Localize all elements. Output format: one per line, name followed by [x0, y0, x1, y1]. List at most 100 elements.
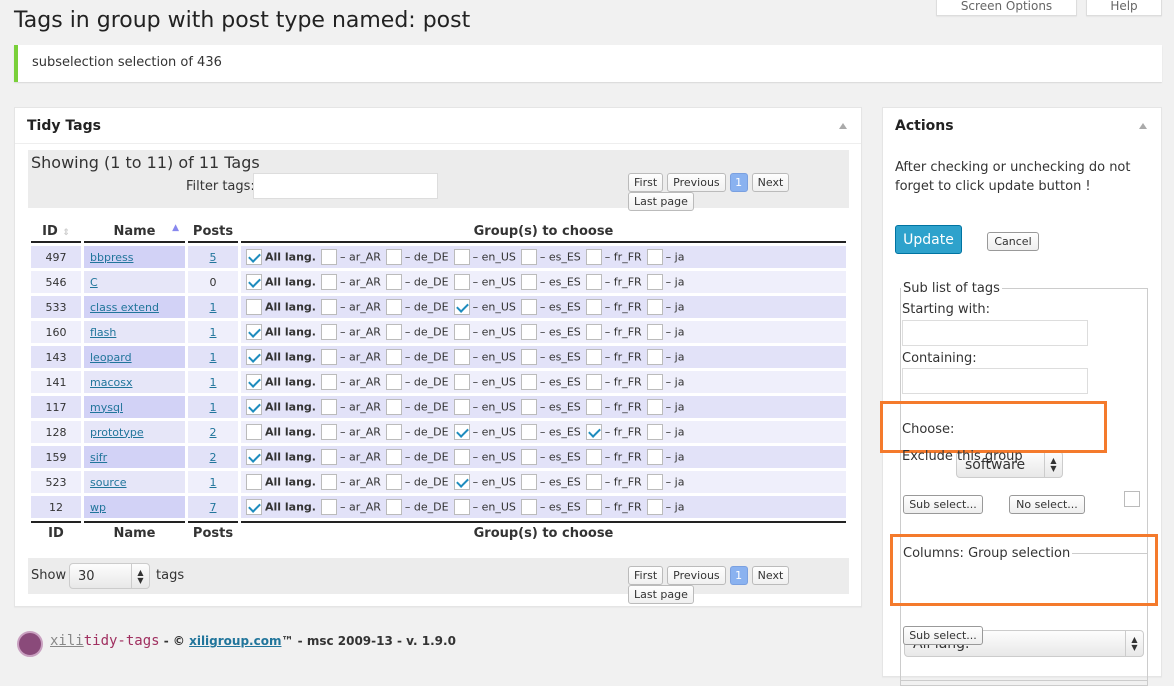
- posts-count-link[interactable]: 1: [210, 376, 217, 389]
- tag-name-link[interactable]: C: [90, 276, 98, 289]
- posts-count-link[interactable]: 7: [210, 501, 217, 514]
- posts-count-link[interactable]: 1: [210, 401, 217, 414]
- group-checkbox[interactable]: [246, 474, 262, 490]
- group-checkbox[interactable]: [520, 399, 537, 415]
- group-checkbox[interactable]: [453, 474, 470, 490]
- group-checkbox[interactable]: [246, 499, 262, 515]
- first-page-button[interactable]: First: [628, 173, 664, 192]
- group-checkbox[interactable]: [385, 474, 402, 490]
- group-checkbox[interactable]: [585, 299, 602, 315]
- starting-with-input[interactable]: [902, 320, 1088, 346]
- group-checkbox[interactable]: [453, 324, 470, 340]
- posts-count-link[interactable]: 1: [210, 326, 217, 339]
- name-column-header[interactable]: Name ▲: [84, 221, 185, 243]
- sub-select-button[interactable]: Sub select...: [903, 495, 983, 514]
- no-select-button[interactable]: No select...: [1009, 495, 1085, 514]
- group-checkbox[interactable]: [453, 499, 470, 515]
- group-checkbox[interactable]: [453, 449, 470, 465]
- last-page-button[interactable]: Last page: [628, 192, 694, 211]
- group-checkbox[interactable]: [646, 424, 663, 440]
- group-checkbox[interactable]: [646, 474, 663, 490]
- group-checkbox[interactable]: [385, 299, 402, 315]
- tag-name-link[interactable]: sifr: [90, 451, 107, 464]
- current-page-button[interactable]: 1: [729, 173, 748, 192]
- group-checkbox[interactable]: [320, 299, 337, 315]
- group-checkbox[interactable]: [385, 449, 402, 465]
- group-checkbox[interactable]: [585, 274, 602, 290]
- group-checkbox[interactable]: [520, 299, 537, 315]
- next-page-button[interactable]: Next: [751, 173, 790, 192]
- posts-count-link[interactable]: 2: [210, 451, 217, 464]
- group-checkbox[interactable]: [520, 324, 537, 340]
- group-checkbox[interactable]: [246, 299, 262, 315]
- group-checkbox[interactable]: [646, 349, 663, 365]
- posts-count-link[interactable]: 2: [210, 426, 217, 439]
- group-checkbox[interactable]: [520, 249, 537, 265]
- sub-select-button-2[interactable]: Sub select...: [903, 626, 983, 645]
- group-checkbox[interactable]: [585, 499, 602, 515]
- tag-name-link[interactable]: prototype: [90, 426, 144, 439]
- group-checkbox[interactable]: [320, 249, 337, 265]
- group-checkbox[interactable]: [585, 324, 602, 340]
- posts-count-link[interactable]: 5: [210, 251, 217, 264]
- group-checkbox[interactable]: [385, 424, 402, 440]
- containing-input[interactable]: [902, 368, 1088, 394]
- group-checkbox[interactable]: [585, 349, 602, 365]
- group-checkbox[interactable]: [320, 349, 337, 365]
- posts-count-link[interactable]: 1: [210, 476, 217, 489]
- group-checkbox[interactable]: [385, 274, 402, 290]
- tag-name-link[interactable]: mysql: [90, 401, 123, 414]
- tag-name-link[interactable]: leopard: [90, 351, 132, 364]
- group-checkbox[interactable]: [646, 249, 663, 265]
- tag-name-link[interactable]: source: [90, 476, 127, 489]
- group-checkbox[interactable]: [320, 424, 337, 440]
- group-checkbox[interactable]: [320, 324, 337, 340]
- group-checkbox[interactable]: [320, 374, 337, 390]
- group-checkbox[interactable]: [646, 299, 663, 315]
- current-page-button[interactable]: 1: [729, 566, 748, 585]
- xiligroup-link[interactable]: xiligroup.com: [189, 634, 281, 648]
- group-checkbox[interactable]: [453, 249, 470, 265]
- group-checkbox[interactable]: [585, 449, 602, 465]
- screen-options-button[interactable]: Screen Options: [936, 0, 1077, 16]
- cancel-button[interactable]: Cancel: [987, 232, 1039, 251]
- group-checkbox[interactable]: [646, 274, 663, 290]
- group-checkbox[interactable]: [453, 374, 470, 390]
- group-checkbox[interactable]: [453, 424, 470, 440]
- next-page-button[interactable]: Next: [751, 566, 790, 585]
- group-checkbox[interactable]: [520, 374, 537, 390]
- last-page-button[interactable]: Last page: [628, 585, 694, 604]
- group-checkbox[interactable]: [453, 299, 470, 315]
- group-checkbox[interactable]: [320, 449, 337, 465]
- group-checkbox[interactable]: [646, 449, 663, 465]
- collapse-toggle-icon[interactable]: [839, 123, 847, 129]
- group-checkbox[interactable]: [385, 324, 402, 340]
- group-checkbox[interactable]: [246, 424, 262, 440]
- previous-page-button[interactable]: Previous: [667, 173, 726, 192]
- per-page-select[interactable]: 30 ▲ ▼: [69, 563, 150, 589]
- group-checkbox[interactable]: [520, 424, 537, 440]
- help-button[interactable]: Help: [1086, 0, 1162, 16]
- group-checkbox[interactable]: [320, 274, 337, 290]
- group-checkbox[interactable]: [646, 399, 663, 415]
- group-checkbox[interactable]: [585, 424, 602, 440]
- group-checkbox[interactable]: [385, 349, 402, 365]
- id-column-header[interactable]: ID ⇕: [31, 221, 81, 243]
- group-checkbox[interactable]: [246, 249, 262, 265]
- group-checkbox[interactable]: [585, 249, 602, 265]
- group-checkbox[interactable]: [385, 374, 402, 390]
- group-checkbox[interactable]: [246, 374, 262, 390]
- previous-page-button[interactable]: Previous: [667, 566, 726, 585]
- tag-name-link[interactable]: flash: [90, 326, 116, 339]
- group-checkbox[interactable]: [520, 499, 537, 515]
- tag-name-link[interactable]: class extend: [90, 301, 159, 314]
- group-checkbox[interactable]: [385, 499, 402, 515]
- group-checkbox[interactable]: [646, 499, 663, 515]
- posts-count-link[interactable]: 1: [210, 351, 217, 364]
- group-checkbox[interactable]: [320, 399, 337, 415]
- group-checkbox[interactable]: [453, 399, 470, 415]
- group-checkbox[interactable]: [246, 274, 262, 290]
- group-checkbox[interactable]: [585, 399, 602, 415]
- group-checkbox[interactable]: [246, 449, 262, 465]
- group-checkbox[interactable]: [320, 499, 337, 515]
